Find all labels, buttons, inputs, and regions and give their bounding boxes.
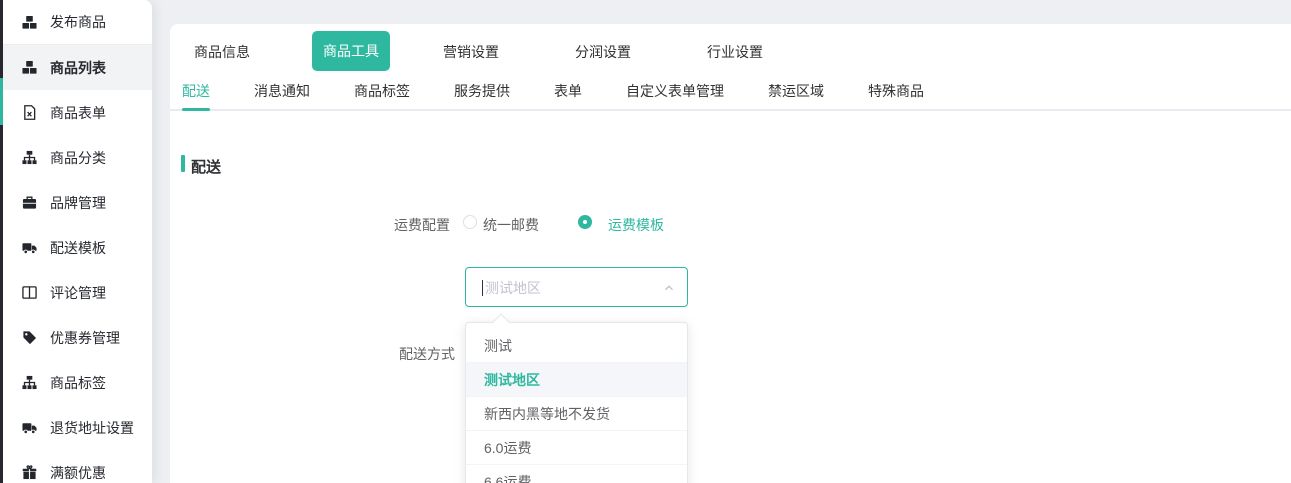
select-placeholder: 测试地区 — [485, 278, 541, 298]
truck-icon — [22, 240, 37, 255]
subtab-embargo-area[interactable]: 禁运区域 — [768, 71, 824, 111]
sidebar-item-product-category[interactable]: 商品分类 — [3, 135, 152, 180]
radio-unified-postage-label[interactable]: 统一邮费 — [483, 215, 539, 235]
tab-product-tools[interactable]: 商品工具 — [312, 31, 390, 71]
sidebar-item-label: 退货地址设置 — [50, 418, 134, 438]
dropdown-option-selected[interactable]: 测试地区 — [466, 363, 687, 397]
freight-template-select[interactable]: 测试地区 — [465, 267, 688, 307]
cubes-icon — [22, 60, 37, 75]
dropdown-arrow — [493, 314, 510, 331]
select-dropdown-panel: 测试 测试地区 新西内黑等地不发货 6.0运费 6.6运费 — [465, 322, 688, 483]
sidebar: 发布商品 商品列表 商品表单 商品分类 品牌管理 配送模板 评论管理 优惠券管 — [3, 0, 152, 483]
sidebar-item-product-tags[interactable]: 商品标签 — [3, 360, 152, 405]
dropdown-option[interactable]: 6.0运费 — [466, 431, 687, 465]
tab-marketing-settings[interactable]: 营销设置 — [443, 42, 499, 62]
tab-product-info[interactable]: 商品信息 — [194, 42, 250, 62]
dropdown-option[interactable]: 测试 — [466, 329, 687, 363]
file-icon — [22, 105, 37, 120]
columns-icon — [22, 285, 37, 300]
sidebar-item-coupon-management[interactable]: 优惠券管理 — [3, 315, 152, 360]
sidebar-item-label: 发布商品 — [50, 12, 106, 32]
tab-industry-settings[interactable]: 行业设置 — [707, 42, 763, 62]
sitemap-icon — [22, 150, 37, 165]
sitemap-icon — [22, 375, 37, 390]
sidebar-item-label: 配送模板 — [50, 238, 106, 258]
subtab-form[interactable]: 表单 — [554, 71, 582, 111]
delivery-method-label: 配送方式 — [355, 344, 455, 364]
sidebar-item-comment-management[interactable]: 评论管理 — [3, 270, 152, 315]
tag-icon — [22, 330, 37, 345]
sidebar-item-label: 商品列表 — [50, 58, 106, 78]
gift-icon — [22, 465, 37, 480]
sidebar-item-return-address-settings[interactable]: 退货地址设置 — [3, 405, 152, 450]
sidebar-item-brand-management[interactable]: 品牌管理 — [3, 180, 152, 225]
sidebar-item-label: 评论管理 — [50, 283, 106, 303]
main-card: 商品信息 商品工具 营销设置 分润设置 行业设置 配送 消息通知 商品标签 服务… — [170, 24, 1291, 483]
dropdown-option[interactable]: 新西内黑等地不发货 — [466, 397, 687, 431]
sidebar-item-label: 商品分类 — [50, 148, 106, 168]
subtab-product-tags[interactable]: 商品标签 — [354, 71, 410, 111]
subtab-special-product[interactable]: 特殊商品 — [868, 71, 924, 111]
sidebar-item-label: 优惠券管理 — [50, 328, 120, 348]
sidebar-item-product-list[interactable]: 商品列表 — [3, 45, 152, 90]
sidebar-item-delivery-template[interactable]: 配送模板 — [3, 225, 152, 270]
section-title: 配送 — [191, 156, 221, 177]
subtab-service-provide[interactable]: 服务提供 — [454, 71, 510, 111]
sidebar-item-label: 商品表单 — [50, 103, 106, 123]
subtabs: 配送 消息通知 商品标签 服务提供 表单 自定义表单管理 禁运区域 特殊商品 — [182, 71, 924, 111]
subtab-message-notify[interactable]: 消息通知 — [254, 71, 310, 111]
sidebar-item-label: 品牌管理 — [50, 193, 106, 213]
radio-unified-postage[interactable] — [463, 215, 477, 229]
briefcase-icon — [22, 195, 37, 210]
section-accent-bar — [181, 155, 185, 172]
truck-icon — [22, 420, 37, 435]
subtab-custom-form-management[interactable]: 自定义表单管理 — [626, 71, 724, 111]
sidebar-item-label: 商品标签 — [50, 373, 106, 393]
radio-freight-template[interactable] — [578, 215, 592, 229]
cubes-icon — [22, 15, 37, 30]
dropdown-option[interactable]: 6.6运费 — [466, 465, 687, 483]
tab-profit-settings[interactable]: 分润设置 — [575, 42, 631, 62]
chevron-up-icon — [662, 281, 676, 295]
freight-config-label: 运费配置 — [350, 215, 450, 235]
text-cursor — [482, 280, 483, 296]
screen: 发布商品 商品列表 商品表单 商品分类 品牌管理 配送模板 评论管理 优惠券管 — [0, 0, 1291, 483]
radio-freight-template-label[interactable]: 运费模板 — [608, 215, 664, 235]
subtab-delivery[interactable]: 配送 — [182, 71, 210, 111]
sidebar-item-label: 满额优惠 — [50, 463, 106, 483]
sidebar-item-full-discount[interactable]: 满额优惠 — [3, 450, 152, 483]
sidebar-item-publish-product[interactable]: 发布商品 — [3, 0, 152, 45]
sidebar-item-product-form[interactable]: 商品表单 — [3, 90, 152, 135]
